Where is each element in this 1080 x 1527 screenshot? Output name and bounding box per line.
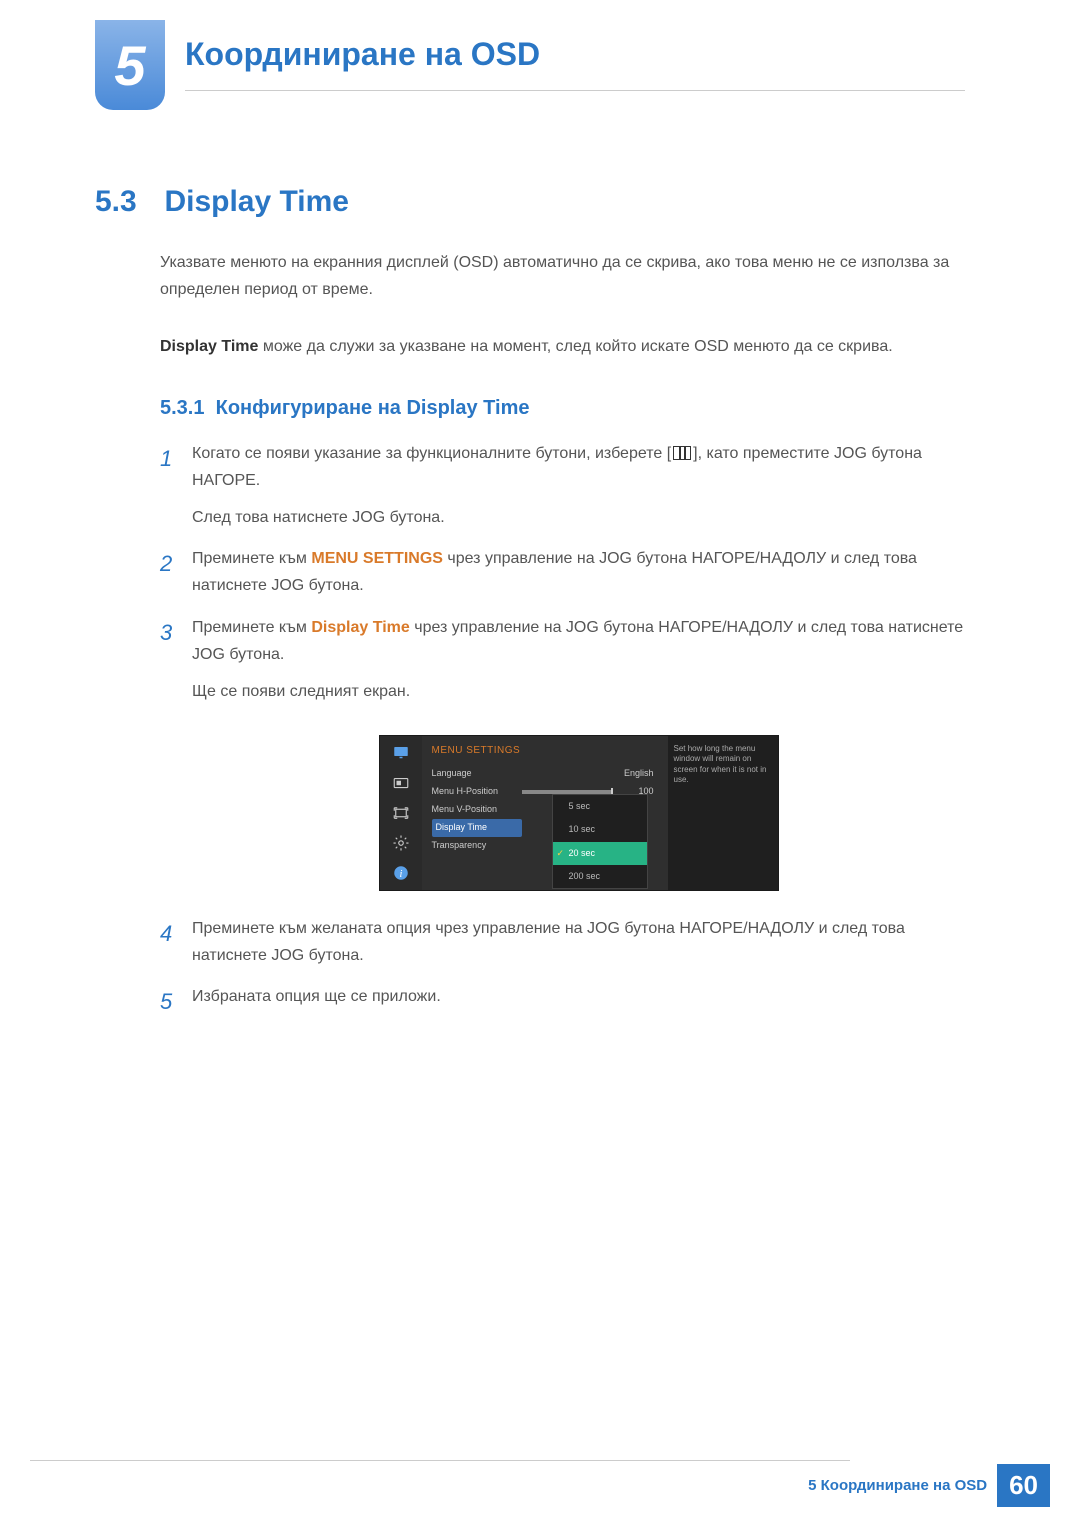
osd-dropdown: 5 sec 10 sec 20 sec 200 sec — [552, 794, 648, 889]
picture-icon — [391, 774, 411, 792]
chapter-title: Координиране на OSD — [185, 36, 540, 73]
highlight-text: Display Time — [311, 619, 409, 636]
osd-menu-title: MENU SETTINGS — [432, 742, 658, 759]
page-footer: 5 Координиране на OSD 60 — [808, 1464, 1050, 1507]
step-subtext: Ще се появи следният екран. — [192, 678, 965, 705]
step-3: 3 Преминете към Display Time чрез управл… — [160, 614, 965, 892]
footer-chapter-label: 5 Координиране на OSD — [808, 1477, 987, 1494]
gear-icon — [391, 834, 411, 852]
step-number: 1 — [160, 440, 192, 532]
step-1: 1 Когато се появи указание за функционал… — [160, 440, 965, 532]
subsection-heading: 5.3.1 Конфигуриране на Display Time — [160, 397, 965, 420]
osd-option: 5 sec — [553, 795, 647, 818]
osd-option: 200 sec — [553, 865, 647, 888]
osd-main-panel: MENU SETTINGS Language English Menu H-Po… — [422, 736, 668, 890]
osd-sidebar: i — [380, 736, 422, 890]
step-number: 3 — [160, 614, 192, 892]
divider — [185, 90, 965, 91]
step-number: 4 — [160, 915, 192, 969]
osd-help-text: Set how long the menu window will remain… — [668, 736, 778, 890]
osd-option-selected: 20 sec — [553, 842, 647, 865]
osd-option: 10 sec — [553, 818, 647, 841]
intro-paragraph-1: Указвате менюто на екранния дисплей (OSD… — [160, 249, 965, 303]
monitor-icon — [391, 744, 411, 762]
step-subtext: След това натиснете JOG бутона. — [192, 504, 965, 531]
section-number: 5.3 — [95, 185, 160, 219]
section-title: Display Time — [164, 185, 349, 219]
svg-text:i: i — [399, 869, 402, 880]
resize-icon — [391, 804, 411, 822]
step-4: 4 Преминете към желаната опция чрез упра… — [160, 915, 965, 969]
bold-text: Display Time — [160, 338, 258, 355]
step-2: 2 Преминете към MENU SETTINGS чрез управ… — [160, 545, 965, 599]
step-number: 5 — [160, 983, 192, 1020]
step-5: 5 Избраната опция ще се приложи. — [160, 983, 965, 1020]
intro-paragraph-2: Display Time може да служи за указване н… — [160, 333, 965, 360]
divider — [30, 1460, 850, 1461]
step-number: 2 — [160, 545, 192, 599]
menu-icon — [673, 446, 691, 460]
highlight-text: MENU SETTINGS — [311, 550, 443, 567]
osd-screenshot: i MENU SETTINGS Language English Menu H-… — [379, 735, 779, 891]
page-number: 60 — [997, 1464, 1050, 1507]
info-icon: i — [391, 864, 411, 882]
osd-row-language: Language English — [432, 765, 658, 783]
page-content: 5.3 Display Time Указвате менюто на екра… — [95, 185, 965, 1021]
chapter-number-badge: 5 — [95, 20, 165, 110]
steps-list: 1 Когато се появи указание за функционал… — [160, 440, 965, 1021]
